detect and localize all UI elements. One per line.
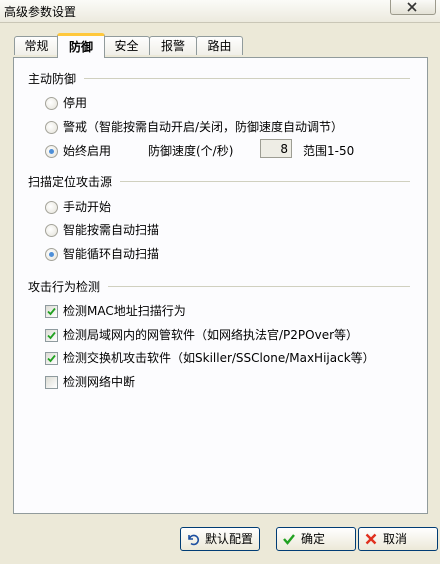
button-label: 确定 (301, 532, 326, 546)
undo-icon (188, 534, 200, 546)
close-button[interactable] (390, 0, 436, 15)
defense-panel: 主动防御 停用 警戒（智能按需自动开启/关闭，防御速度自动调节） 始终启用 扫描… (13, 57, 428, 514)
close-icon (407, 2, 417, 12)
radio-button[interactable] (45, 201, 58, 214)
attack-detection-title: 攻击行为检测 (28, 280, 101, 294)
tab-defense[interactable]: 防御 (57, 33, 105, 58)
option-label: 警戒（智能按需自动开启/关闭，防御速度自动调节） (63, 120, 344, 134)
default-config-button[interactable]: 默认配置 (180, 527, 260, 551)
radio-button-selected[interactable] (45, 248, 58, 261)
option-label: 检测交换机攻击软件（如Skiller/SSClone/MaxHijack等） (63, 351, 375, 365)
tab-routing[interactable]: 路由 (196, 36, 243, 55)
tab-security[interactable]: 安全 (103, 36, 150, 55)
checkbox-unchecked[interactable] (45, 376, 58, 389)
radio-button[interactable] (45, 121, 58, 134)
option-label: 智能按需自动扫描 (63, 223, 160, 237)
defense-speed-label: 防御速度(个/秒) (148, 144, 234, 158)
cancel-x-icon (365, 533, 377, 545)
window-title: 高级参数设置 (4, 5, 77, 19)
checkmark-icon (47, 354, 56, 363)
checkmark-icon (47, 307, 56, 316)
option-label: 手动开始 (63, 200, 112, 214)
check-icon (283, 534, 295, 545)
ok-button[interactable]: 确定 (276, 527, 356, 551)
option-label: 检测MAC地址扫描行为 (63, 304, 186, 318)
option-label: 始终启用 (63, 144, 112, 158)
radio-button-selected[interactable] (45, 145, 58, 158)
defense-speed-field[interactable]: 8 (260, 139, 292, 158)
button-label: 取消 (383, 532, 408, 546)
active-defense-title: 主动防御 (28, 72, 77, 86)
title-bar: 高级参数设置 (0, 0, 440, 23)
option-label: 停用 (63, 96, 88, 110)
checkbox-checked[interactable] (45, 329, 58, 342)
checkmark-icon (47, 331, 56, 340)
tab-alarm[interactable]: 报警 (149, 36, 197, 55)
option-label: 检测局域网内的网管软件（如网络执法官/P2POver等） (63, 328, 359, 342)
cancel-button[interactable]: 取消 (358, 527, 438, 551)
checkbox-checked[interactable] (45, 352, 58, 365)
group-divider (84, 78, 410, 79)
radio-button[interactable] (45, 97, 58, 110)
scan-source-title: 扫描定位攻击源 (28, 175, 113, 189)
checkbox-checked[interactable] (45, 305, 58, 318)
option-label: 智能循环自动扫描 (63, 247, 160, 261)
group-divider (120, 181, 410, 182)
tab-general[interactable]: 常规 (14, 36, 59, 55)
group-divider (108, 286, 410, 287)
speed-range-label: 范围1-50 (303, 144, 355, 158)
option-label: 检测网络中断 (63, 375, 136, 389)
button-label: 默认配置 (205, 532, 254, 546)
radio-button[interactable] (45, 224, 58, 237)
